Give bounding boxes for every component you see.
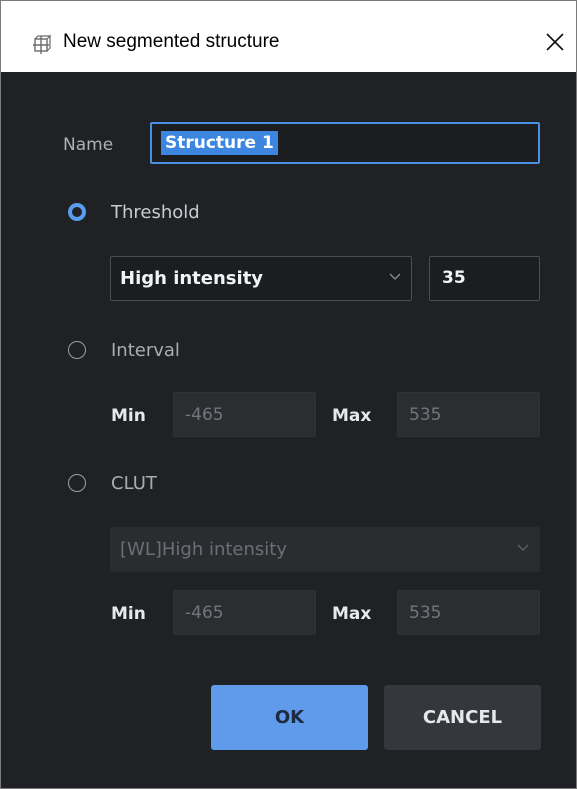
interval-min-input[interactable]: -465 — [173, 392, 316, 437]
interval-max-input[interactable]: 535 — [397, 392, 540, 437]
title-bar: New segmented structure — [1, 1, 576, 72]
clut-max-input[interactable]: 535 — [397, 590, 540, 635]
chevron-down-icon — [389, 273, 401, 280]
structure-icon — [33, 34, 52, 54]
chevron-down-icon — [517, 544, 529, 551]
threshold-value: 35 — [442, 268, 466, 288]
interval-label[interactable]: Interval — [111, 340, 180, 361]
threshold-value-input[interactable]: 35 — [429, 256, 540, 301]
interval-min-value: -465 — [185, 405, 224, 425]
name-input[interactable]: Structure 1 — [150, 122, 540, 164]
clut-preset-value: [WL]High intensity — [120, 539, 288, 560]
name-label: Name — [63, 135, 114, 155]
name-input-value: Structure 1 — [161, 131, 278, 155]
dialog-window: New segmented structure Name Structure 1… — [0, 0, 577, 789]
threshold-mode-select[interactable]: High intensity — [110, 256, 412, 301]
clut-min-input[interactable]: -465 — [173, 590, 316, 635]
interval-radio[interactable] — [68, 341, 86, 359]
ok-button[interactable]: OK — [211, 685, 368, 750]
threshold-mode-value: High intensity — [120, 268, 264, 289]
clut-radio[interactable] — [68, 474, 86, 492]
cancel-button[interactable]: CANCEL — [384, 685, 541, 750]
clut-max-value: 535 — [409, 603, 442, 623]
interval-max-label: Max — [332, 406, 372, 426]
interval-min-label: Min — [111, 406, 146, 426]
close-icon[interactable] — [544, 31, 566, 53]
threshold-radio[interactable] — [68, 203, 86, 221]
clut-max-label: Max — [332, 604, 372, 624]
clut-preset-select[interactable]: [WL]High intensity — [110, 527, 540, 572]
threshold-label[interactable]: Threshold — [111, 202, 200, 223]
clut-min-label: Min — [111, 604, 146, 624]
window-title: New segmented structure — [63, 31, 280, 52]
clut-label[interactable]: CLUT — [111, 473, 157, 494]
interval-max-value: 535 — [409, 405, 442, 425]
clut-min-value: -465 — [185, 603, 224, 623]
